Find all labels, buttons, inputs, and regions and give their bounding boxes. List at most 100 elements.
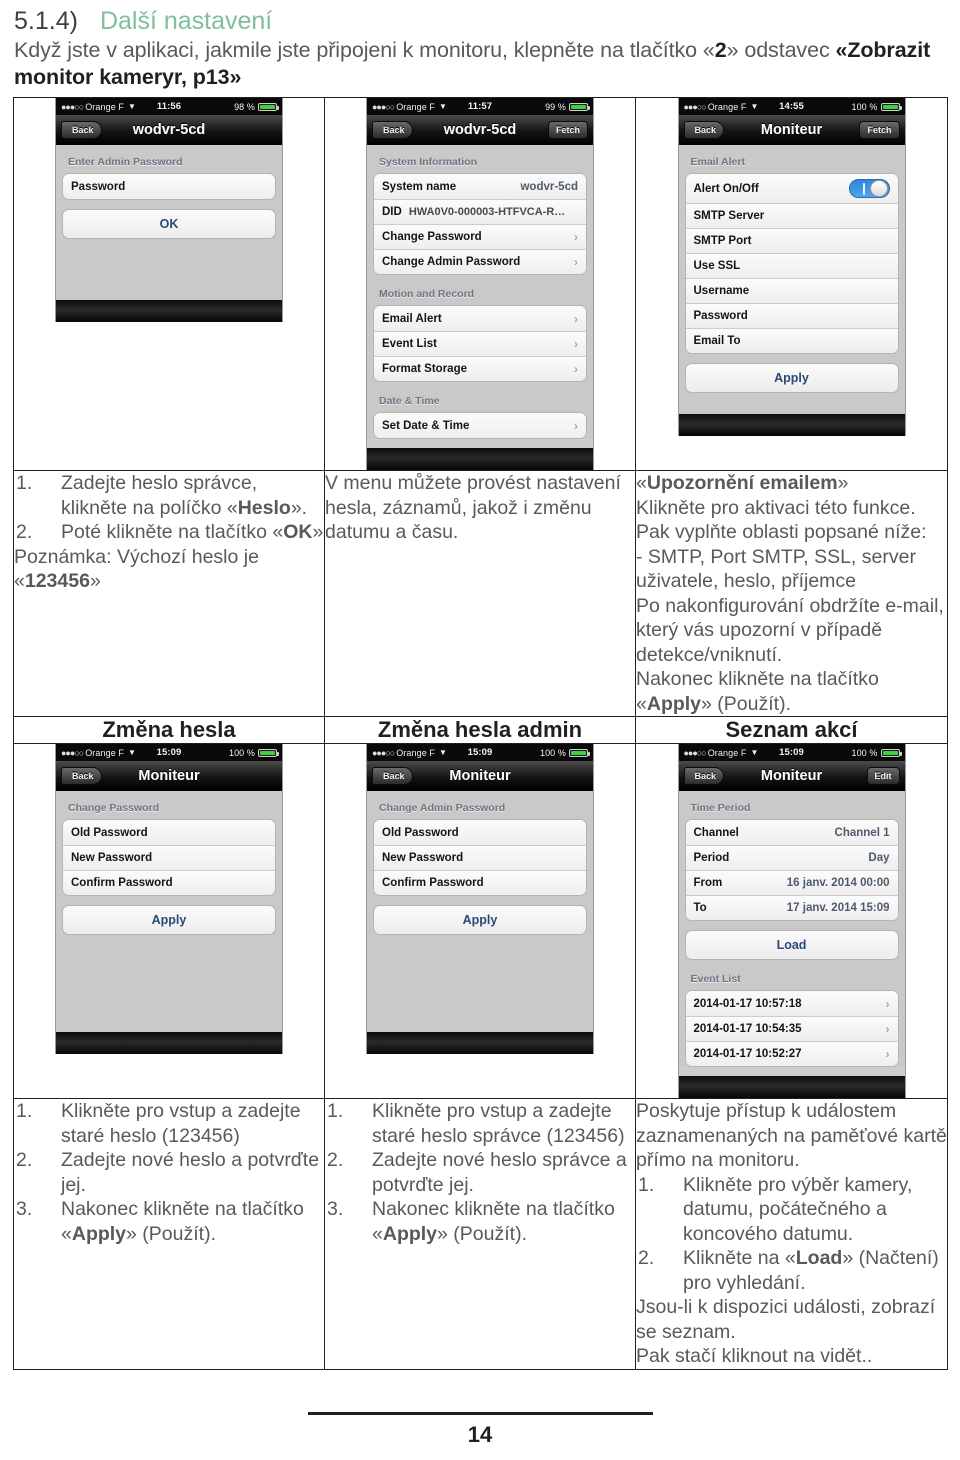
- apply-button[interactable]: Apply: [684, 363, 899, 393]
- phone-mock-event-list: ●●●○○ Orange F ▼ 15:09 100 % Back Monite…: [677, 744, 906, 1098]
- table-row[interactable]: Username: [685, 278, 898, 303]
- row-value: Channel 1: [834, 826, 890, 839]
- note-text-c: »: [89, 570, 101, 592]
- alert-onoff-toggle[interactable]: [848, 179, 890, 198]
- list-item[interactable]: 2014-01-17 10:54:35 ›: [685, 1016, 898, 1041]
- table-row[interactable]: Password: [685, 303, 898, 328]
- list-item: 1. Klikněte pro výběr kamery, datumu, po…: [636, 1173, 947, 1247]
- table-row[interactable]: New Password: [63, 845, 275, 870]
- column-header-zmena-hesla-admin: Změna hesla admin: [324, 716, 636, 744]
- phone-mock-change-password: ●●●○○ Orange F ▼ 15:09 100 % Back Monite…: [55, 744, 283, 1054]
- back-button[interactable]: Back: [61, 120, 102, 139]
- table-row-alert-onoff[interactable]: Alert On/Off: [685, 174, 898, 203]
- group-email-alert: Alert On/Off SMTP Server SMTP Port Use S…: [684, 173, 899, 354]
- page-footer: 14: [0, 1412, 960, 1448]
- row-label: Confirm Password: [71, 877, 173, 889]
- table-row[interactable]: Old Password: [63, 820, 275, 845]
- note-text-bold: 123456: [24, 570, 90, 592]
- column-header-seznam-akci: Seznam akcí: [635, 716, 948, 744]
- nav-bar: Back wodvr-5cd Fetch: [367, 115, 593, 145]
- status-bar: ●●●○○ Orange F ▼ 11:57 99 %: [367, 98, 593, 115]
- row-label: SMTP Port: [693, 235, 752, 247]
- list-item[interactable]: 2014-01-17 10:57:18 ›: [685, 991, 898, 1016]
- group-title-system-information: System Information: [379, 156, 478, 168]
- intro-text-part2: » odstavec: [726, 38, 836, 62]
- group-event-list: 2014-01-17 10:57:18 › 2014-01-17 10:54:3…: [684, 990, 899, 1067]
- back-button[interactable]: Back: [372, 120, 413, 139]
- grid-row-text-2: 1. Klikněte pro vstup a zadejte staré he…: [13, 1098, 948, 1370]
- status-bar: ●●●○○ Orange F ▼ 15:09 100 %: [56, 744, 282, 761]
- table-row[interactable]: Event List ›: [374, 331, 586, 356]
- cell-text-menu-description: V menu můžete provést nastavení hesla, z…: [324, 470, 636, 717]
- document-header: 5.1.4) Další nastavení Když jste v aplika…: [0, 0, 960, 91]
- list-item: 2. Zadejte nové heslo a potvrďte jej.: [14, 1148, 324, 1197]
- table-row[interactable]: Channel Channel 1: [685, 820, 898, 845]
- step-number: 3.: [327, 1198, 344, 1220]
- home-bar: [367, 1032, 593, 1054]
- line5-c: » (Použít).: [701, 692, 791, 715]
- carrier-label: Orange F: [396, 747, 436, 758]
- step-text-a: Zadejte heslo správce, klikněte na políč…: [61, 472, 258, 519]
- back-button[interactable]: Back: [372, 766, 413, 785]
- table-row[interactable]: Old Password: [374, 820, 586, 845]
- list-item: 1. Klikněte pro vstup a zadejte staré he…: [14, 1099, 324, 1148]
- step-text-a: Poté klikněte na tlačítko «: [61, 521, 284, 543]
- table-row[interactable]: Period Day: [685, 845, 898, 870]
- ok-button[interactable]: OK: [62, 209, 276, 239]
- fetch-button[interactable]: Fetch: [547, 120, 588, 139]
- nav-bar: Back wodvr-5cd: [56, 115, 282, 145]
- password-input-row[interactable]: Password: [63, 174, 275, 199]
- edit-button[interactable]: Edit: [866, 766, 900, 785]
- table-row[interactable]: Use SSL: [685, 253, 898, 278]
- fetch-button[interactable]: Fetch: [859, 120, 900, 139]
- step-text-bold-apply: Apply: [382, 1222, 438, 1245]
- table-row[interactable]: SMTP Server: [685, 203, 898, 228]
- back-button[interactable]: Back: [61, 766, 102, 785]
- apply-button[interactable]: Apply: [373, 905, 587, 935]
- group-title-enter-admin-password: Enter Admin Password: [68, 156, 183, 168]
- line5-bold-apply: Apply: [646, 692, 702, 715]
- table-row[interactable]: SMTP Port: [685, 228, 898, 253]
- row-label: Period: [693, 852, 730, 864]
- list-item[interactable]: 2014-01-17 10:52:27 ›: [685, 1041, 898, 1066]
- table-row[interactable]: Confirm Password: [374, 870, 586, 895]
- table-row[interactable]: Change Admin Password ›: [374, 249, 586, 274]
- table-row[interactable]: DID HWA0V0-000003-HTFVCA-R…: [374, 199, 586, 224]
- carrier-label: Orange F: [85, 101, 125, 112]
- table-row[interactable]: System name wodvr-5cd: [374, 174, 586, 199]
- row-value: 17 janv. 2014 15:09: [786, 902, 890, 914]
- table-row[interactable]: Confirm Password: [63, 870, 275, 895]
- battery-percent: 100 %: [851, 101, 878, 112]
- table-row[interactable]: From 16 janv. 2014 00:00: [685, 870, 898, 895]
- back-button[interactable]: Back: [683, 766, 725, 785]
- footer-divider: [307, 1412, 653, 1415]
- table-row[interactable]: Email Alert ›: [374, 306, 586, 331]
- row-value: 16 janv. 2014 00:00: [786, 877, 890, 889]
- battery-icon: [569, 102, 590, 111]
- cell-screenshot-change-admin-password: ●●●○○ Orange F ▼ 15:09 100 % Back Monite…: [324, 743, 636, 1099]
- phone-screen: Email Alert Alert On/Off SMTP Server SMT…: [678, 145, 905, 414]
- page-number: 14: [467, 1422, 493, 1447]
- group-change-password: Old Password New Password Confirm Passwo…: [62, 819, 276, 896]
- table-row[interactable]: Change Password ›: [374, 224, 586, 249]
- table-row[interactable]: To 17 janv. 2014 15:09: [685, 895, 898, 920]
- battery-icon: [569, 748, 590, 757]
- carrier-label: Orange F: [85, 747, 125, 758]
- steps-list-change-admin-password: 1. Klikněte pro vstup a zadejte staré he…: [325, 1099, 635, 1246]
- table-row[interactable]: Email To: [685, 328, 898, 353]
- list-item: 1. Zadejte heslo správce, klikněte na po…: [14, 471, 324, 520]
- battery-icon: [880, 102, 902, 111]
- step-number: 1.: [16, 472, 33, 494]
- wifi-icon: ▼: [128, 748, 137, 757]
- row-value: HWA0V0-000003-HTFVCA-R…: [408, 206, 566, 218]
- table-row[interactable]: Format Storage ›: [374, 356, 586, 381]
- apply-button[interactable]: Apply: [62, 905, 276, 935]
- table-row[interactable]: Set Date & Time ›: [374, 413, 586, 438]
- group-title-email-alert: Email Alert: [690, 156, 745, 168]
- table-row[interactable]: New Password: [374, 845, 586, 870]
- load-button[interactable]: Load: [684, 930, 899, 960]
- row-value: Day: [868, 852, 890, 864]
- status-bar: ●●●○○ Orange F ▼ 14:55 100 %: [678, 98, 905, 115]
- status-bar: ●●●○○ Orange F ▼ 11:56 98 %: [56, 98, 282, 115]
- back-button[interactable]: Back: [683, 120, 725, 139]
